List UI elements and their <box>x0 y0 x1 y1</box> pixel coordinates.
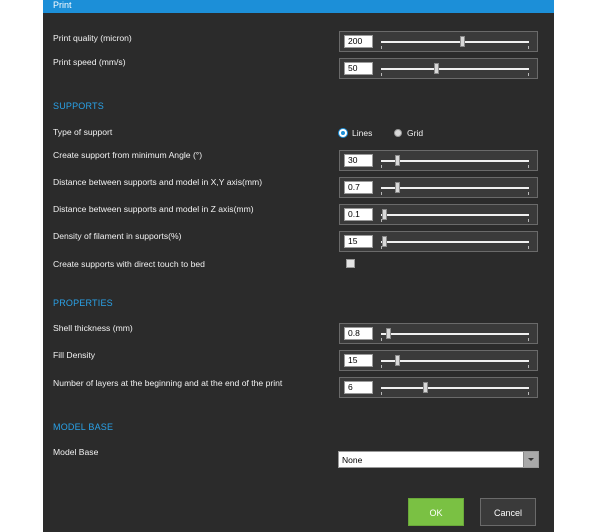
model-base-select[interactable]: None <box>338 451 539 468</box>
print-quality-slider-thumb[interactable] <box>460 36 466 47</box>
support-type-lines-radio[interactable] <box>339 129 347 137</box>
print-quality-track[interactable] <box>381 41 529 43</box>
min-angle-label: Create support from minimum Angle (°) <box>53 150 203 160</box>
slider-tick <box>381 46 382 49</box>
z-distance-input[interactable]: 0.1 <box>344 208 373 221</box>
edge-layers-slider-thumb[interactable] <box>423 382 429 393</box>
print-speed-ticks <box>381 73 529 76</box>
xy-distance-control: 0.7 <box>339 177 538 198</box>
xy-distance-label: Distance between supports and model in X… <box>53 177 263 187</box>
edge-layers-label: Number of layers at the beginning and at… <box>53 378 283 388</box>
min-angle-input[interactable]: 30 <box>344 154 373 167</box>
touch-bed-checkbox[interactable] <box>346 259 355 268</box>
properties-heading: PROPERTIES <box>53 298 113 308</box>
support-density-slider-thumb[interactable] <box>381 236 387 247</box>
slider-tick <box>381 365 382 368</box>
print-quality-label: Print quality (micron) <box>53 33 132 43</box>
support-type-grid-label[interactable]: Grid <box>407 128 423 138</box>
z-distance-ticks <box>381 219 529 222</box>
slider-tick <box>381 338 382 341</box>
xy-distance-track[interactable] <box>381 187 529 189</box>
model-base-label: Model Base <box>53 447 99 457</box>
min-angle-track[interactable] <box>381 160 529 162</box>
xy-distance-ticks <box>381 192 529 195</box>
print-speed-label: Print speed (mm/s) <box>53 57 126 67</box>
fill-density-track[interactable] <box>381 360 529 362</box>
shell-thickness-input[interactable]: 0.8 <box>344 327 373 340</box>
fill-density-slider-thumb[interactable] <box>395 355 401 366</box>
touch-bed-label: Create supports with direct touch to bed <box>53 259 205 269</box>
edge-layers-track[interactable] <box>381 387 529 389</box>
z-distance-track[interactable] <box>381 214 529 216</box>
slider-tick <box>528 73 529 76</box>
support-density-track[interactable] <box>381 241 529 243</box>
slider-tick <box>528 246 529 249</box>
shell-thickness-ticks <box>381 338 529 341</box>
z-distance-slider-thumb[interactable] <box>381 209 387 220</box>
support-density-ticks <box>381 246 529 249</box>
print-speed-input[interactable]: 50 <box>344 62 373 75</box>
slider-tick <box>381 165 382 168</box>
slider-tick <box>528 46 529 49</box>
print-speed-slider-thumb[interactable] <box>433 63 439 74</box>
slider-tick <box>528 219 529 222</box>
print-speed-track[interactable] <box>381 68 529 70</box>
slider-tick <box>528 365 529 368</box>
slider-tick <box>381 392 382 395</box>
min-angle-slider-thumb[interactable] <box>395 155 401 166</box>
slider-tick <box>381 192 382 195</box>
xy-distance-input[interactable]: 0.7 <box>344 181 373 194</box>
support-type-label: Type of support <box>53 127 113 137</box>
edge-layers-ticks <box>381 392 529 395</box>
print-quality-input[interactable]: 200 <box>344 35 373 48</box>
edge-layers-input[interactable]: 6 <box>344 381 373 394</box>
fill-density-input[interactable]: 15 <box>344 354 373 367</box>
model-base-value: None <box>342 455 363 465</box>
slider-tick <box>528 165 529 168</box>
model-base-heading: MODEL BASE <box>53 422 114 432</box>
slider-tick <box>528 192 529 195</box>
print-speed-control: 50 <box>339 58 538 79</box>
shell-thickness-control: 0.8 <box>339 323 538 344</box>
xy-distance-slider-thumb[interactable] <box>395 182 401 193</box>
print-quality-control: 200 <box>339 31 538 52</box>
z-distance-control: 0.1 <box>339 204 538 225</box>
shell-thickness-slider-thumb[interactable] <box>386 328 392 339</box>
support-type-grid-radio[interactable] <box>394 129 402 137</box>
ok-button[interactable]: OK <box>408 498 464 526</box>
z-distance-label: Distance between supports and model in Z… <box>53 204 254 214</box>
min-angle-control: 30 <box>339 150 538 171</box>
fill-density-ticks <box>381 365 529 368</box>
edge-layers-control: 6 <box>339 377 538 398</box>
fill-density-control: 15 <box>339 350 538 371</box>
cancel-button[interactable]: Cancel <box>480 498 536 526</box>
support-density-control: 15 <box>339 231 538 252</box>
slider-tick <box>528 338 529 341</box>
support-density-label: Density of filament in supports(%) <box>53 231 182 241</box>
support-density-input[interactable]: 15 <box>344 235 373 248</box>
fill-density-label: Fill Density <box>53 350 96 360</box>
slider-tick <box>528 392 529 395</box>
support-type-lines-label[interactable]: Lines <box>352 128 372 138</box>
shell-thickness-label: Shell thickness (mm) <box>53 323 133 333</box>
chevron-down-icon[interactable] <box>523 452 538 467</box>
min-angle-ticks <box>381 165 529 168</box>
dialog-title: Print <box>43 0 554 13</box>
supports-heading: SUPPORTS <box>53 101 104 111</box>
shell-thickness-track[interactable] <box>381 333 529 335</box>
print-quality-ticks <box>381 46 529 49</box>
print-settings-dialog: Print Print quality (micron) 200 Print s… <box>43 0 554 532</box>
slider-tick <box>381 73 382 76</box>
